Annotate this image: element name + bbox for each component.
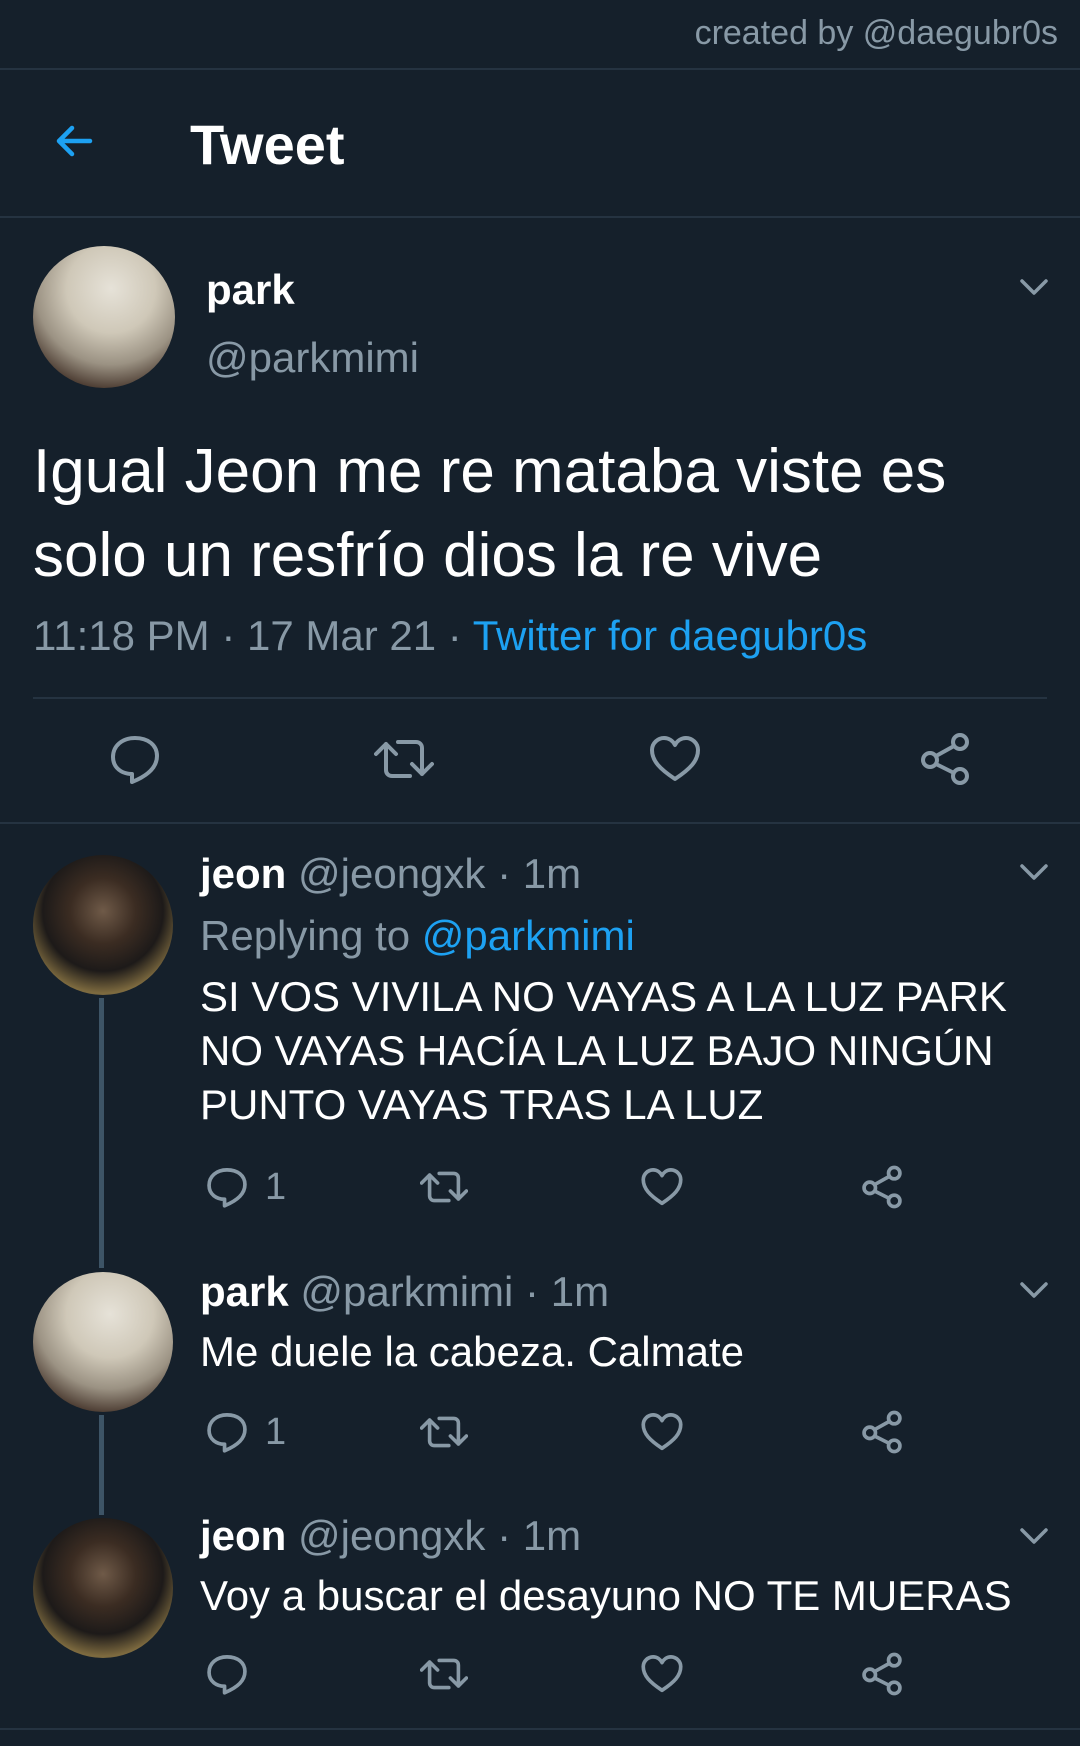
tweet-text: Igual Jeon me re mataba viste es solo un… [33,437,947,590]
back-arrow-icon[interactable] [50,116,100,166]
retweet-icon [420,1416,468,1448]
credit-text: created by @daegubr0s [694,14,1058,52]
meta-dot: · [221,612,236,659]
retweet-button[interactable] [420,1410,468,1454]
replying-to: Replying to @parkmimi [200,912,635,960]
reply-icon [207,1655,247,1695]
like-button[interactable] [648,732,702,786]
reply-header: jeon @jeongxk · 1m [200,1512,581,1560]
reply-header: jeon @jeongxk · 1m [200,850,581,898]
share-icon [862,1165,902,1209]
share-button[interactable] [860,1165,904,1209]
top-bar: Tweet [0,70,1080,216]
divider [0,822,1080,824]
avatar[interactable] [33,246,175,388]
author-name[interactable]: jeon [200,1512,286,1559]
author-handle[interactable]: @parkmimi [300,1268,513,1315]
chevron-down-icon[interactable] [1018,1526,1050,1546]
share-icon [862,1410,902,1454]
reply-icon [207,1168,247,1208]
author-handle[interactable]: @parkmimi [206,334,419,382]
reply-age: 1m [550,1268,610,1315]
like-icon [641,1655,683,1693]
divider [0,216,1080,218]
retweet-icon [374,740,434,778]
reply-icon [111,736,159,784]
reply-text: SI VOS VIVILA NO VAYAS A LA LUZ PARK NO … [200,973,1007,1128]
retweet-button[interactable] [374,732,434,786]
retweet-button[interactable] [420,1165,468,1209]
chevron-down-icon[interactable] [1018,277,1050,297]
chevron-down-icon[interactable] [1018,862,1050,882]
like-button[interactable] [640,1410,684,1454]
meta-dot: · [497,850,512,897]
avatar[interactable] [33,1518,173,1658]
reply-header: park @parkmimi · 1m [200,1268,609,1316]
reply-text: Me duele la cabeza. Calmate [200,1328,744,1375]
page-title: Tweet [190,113,345,176]
retweet-icon [420,1171,468,1203]
reply-button[interactable] [108,732,162,786]
author-name[interactable]: jeon [200,850,286,897]
author-name[interactable]: park [206,266,295,314]
reply-button[interactable]: 1 [205,1410,286,1454]
share-icon [862,1652,902,1696]
reply-count: 1 [265,1165,287,1208]
share-button[interactable] [860,1652,904,1696]
reply-age: 1m [522,850,582,897]
replying-to-link[interactable]: @parkmimi [422,912,635,959]
meta-dot: · [525,1268,540,1315]
chevron-down-icon[interactable] [1018,1280,1050,1300]
reply-button[interactable] [205,1652,249,1696]
tweet-time: 11:18 PM [33,612,210,659]
share-button[interactable] [860,1410,904,1454]
reply-age: 1m [522,1512,582,1559]
thread-connector [99,1415,104,1515]
reply-icon [207,1413,247,1453]
like-button[interactable] [640,1165,684,1209]
share-icon [921,733,969,785]
replying-prefix: Replying to [200,912,411,959]
meta-dot: · [497,1512,512,1559]
reply-button[interactable]: 1 [205,1165,286,1209]
reply-text: Voy a buscar el desayuno NO TE MUERAS [200,1572,1012,1619]
tweet-source-link[interactable]: Twitter for daegubr0s [473,612,868,659]
meta-dot: · [447,612,462,659]
retweet-icon [420,1658,468,1690]
like-icon [641,1413,683,1451]
like-icon [650,736,700,781]
divider [0,1728,1080,1730]
avatar[interactable] [33,1272,173,1412]
like-icon [641,1168,683,1206]
author-name[interactable]: park [200,1268,289,1315]
retweet-button[interactable] [420,1652,468,1696]
divider [33,697,1047,699]
tweet-meta: 11:18 PM · 17 Mar 21 · Twitter for daegu… [33,612,867,660]
author-handle[interactable]: @jeongxk [298,1512,485,1559]
share-button[interactable] [918,732,972,786]
tweet-date: 17 Mar 21 [247,612,437,659]
avatar[interactable] [33,855,173,995]
author-handle[interactable]: @jeongxk [298,850,485,897]
thread-connector [99,998,104,1268]
like-button[interactable] [640,1652,684,1696]
reply-count: 1 [265,1410,287,1453]
